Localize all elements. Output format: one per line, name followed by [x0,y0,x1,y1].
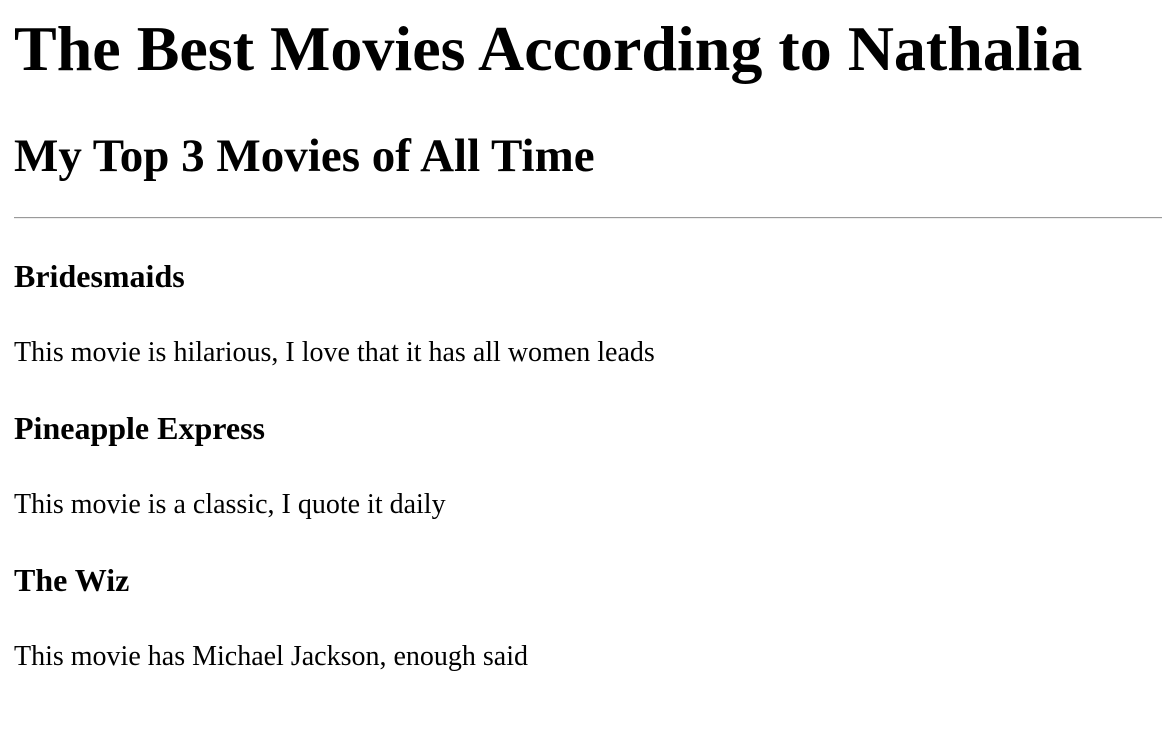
movie-title: The Wiz [14,562,130,598]
movie-item-pineapple-express: Pineapple Express This movie is a classi… [14,410,1162,522]
movie-description: This movie is hilarious, I love that it … [14,337,655,368]
page: The Best Movies According to Nathalia My… [0,0,1168,674]
movie-item-the-wiz: The Wiz This movie has Michael Jackson, … [14,562,1162,674]
page-title: The Best Movies According to Nathalia [14,13,1083,84]
divider [14,217,1162,219]
movie-description: This movie is a classic, I quote it dail… [14,489,446,520]
movie-title: Bridesmaids [14,258,185,294]
movie-item-bridesmaids: Bridesmaids This movie is hilarious, I l… [14,258,1162,370]
page-subtitle: My Top 3 Movies of All Time [14,130,595,182]
movie-description: This movie has Michael Jackson, enough s… [14,641,529,672]
movie-title: Pineapple Express [14,410,265,446]
movie-list: Bridesmaids This movie is hilarious, I l… [14,258,1162,674]
